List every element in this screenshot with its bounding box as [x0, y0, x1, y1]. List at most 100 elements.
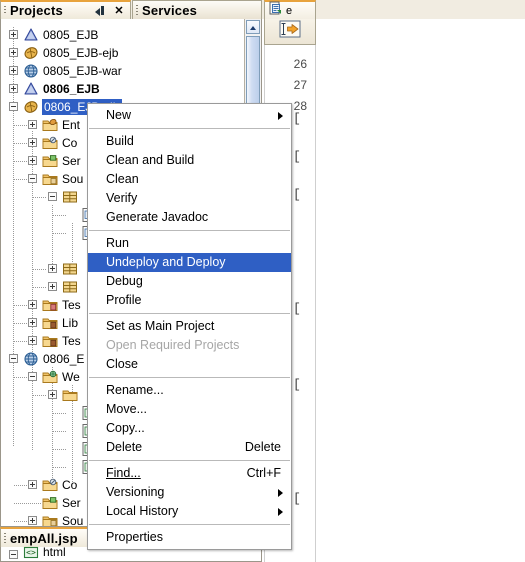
tab-projects[interactable]: Projects ✕ [0, 0, 131, 19]
menu-item-generate-javadoc[interactable]: Generate Javadoc [88, 208, 291, 227]
code-fold-bracket: [ [293, 149, 301, 164]
collapse-toggle-icon[interactable] [9, 102, 18, 111]
editor-tab[interactable]: e [264, 0, 316, 19]
tree-item-0806-ejb[interactable]: 0806_EJB [1, 80, 244, 98]
expand-toggle-icon[interactable] [9, 48, 18, 57]
tree-item-label: Ser [62, 154, 81, 168]
expand-toggle-icon[interactable] [28, 480, 37, 489]
expand-toggle-icon[interactable] [28, 336, 37, 345]
tree-guide [14, 323, 27, 324]
tree-item-label: 0805_EJB [43, 28, 99, 42]
menu-item-label: Close [106, 357, 138, 371]
folder-plain-icon [62, 387, 78, 403]
tree-guide [14, 305, 27, 306]
expand-toggle-icon[interactable] [28, 516, 37, 525]
menu-item-clean[interactable]: Clean [88, 170, 291, 189]
package-icon [62, 279, 78, 295]
expand-toggle-icon[interactable] [28, 138, 37, 147]
project-context-menu[interactable]: New Build Clean and Build Clean Verify G… [87, 103, 292, 550]
expand-toggle-icon[interactable] [48, 264, 57, 273]
tab-projects-label: Projects [10, 3, 63, 18]
menu-item-rename[interactable]: Rename... [88, 381, 291, 400]
submenu-arrow-icon [278, 112, 283, 120]
menu-item-properties[interactable]: Properties [88, 528, 291, 547]
code-fold-bracket: [ [293, 377, 301, 392]
collapse-toggle-icon[interactable] [9, 354, 18, 363]
tree-item-label: Ent [62, 118, 81, 132]
menu-separator [89, 230, 290, 231]
menu-item-label: Debug [106, 274, 143, 288]
expand-toggle-icon[interactable] [28, 318, 37, 327]
tab-grip [4, 533, 6, 543]
menu-item-label: Copy... [106, 421, 145, 435]
project-ejb-icon [23, 45, 39, 61]
folder-server-icon [42, 153, 58, 169]
minimize-icon[interactable] [95, 5, 107, 17]
menu-separator [89, 460, 290, 461]
expand-toggle-icon[interactable] [48, 282, 57, 291]
menu-item-label: Rename... [106, 383, 164, 397]
menu-item-label: Move... [106, 402, 147, 416]
tab-services-label: Services [142, 2, 198, 18]
collapse-toggle-icon[interactable] [9, 550, 18, 559]
menu-separator [89, 524, 290, 525]
folder-config-icon [42, 135, 58, 151]
menu-item-delete[interactable]: Delete Delete [88, 438, 291, 457]
collapse-toggle-icon[interactable] [28, 372, 37, 381]
tree-item-label: Ser [62, 496, 81, 510]
menu-separator [89, 313, 290, 314]
submenu-arrow-icon [278, 508, 283, 516]
menu-item-find[interactable]: Find... Ctrl+F [88, 464, 291, 483]
menu-item-undeploy-and-deploy[interactable]: Undeploy and Deploy [88, 253, 291, 272]
expand-toggle-icon[interactable] [28, 120, 37, 129]
project-web-icon [23, 351, 39, 367]
menu-item-clean-and-build[interactable]: Clean and Build [88, 151, 291, 170]
expand-toggle-icon[interactable] [9, 66, 18, 75]
tree-guide [53, 467, 67, 468]
jsp-file-icon [268, 1, 283, 21]
menu-item-label: Local History [106, 504, 179, 518]
expand-toggle-icon[interactable] [9, 84, 18, 93]
editor-tab-label: e [286, 4, 293, 17]
explorer-tabstrip: Projects ✕ Services [0, 0, 262, 19]
collapse-toggle-icon[interactable] [28, 174, 37, 183]
expand-toggle-icon[interactable] [9, 30, 18, 39]
submenu-arrow-icon [278, 489, 283, 497]
menu-item-set-as-main-project[interactable]: Set as Main Project [88, 317, 291, 336]
expand-toggle-icon[interactable] [48, 390, 57, 399]
package-icon [62, 261, 78, 277]
menu-item-open-required-projects: Open Required Projects [88, 336, 291, 355]
menu-item-run[interactable]: Run [88, 234, 291, 253]
scroll-up-icon[interactable] [246, 20, 260, 34]
menu-item-local-history[interactable]: Local History [88, 502, 291, 521]
tab-grip [4, 6, 6, 15]
menu-item-build[interactable]: Build [88, 132, 291, 151]
collapse-toggle-icon[interactable] [48, 192, 57, 201]
menu-item-move[interactable]: Move... [88, 400, 291, 419]
tree-item-0805-ejb-war[interactable]: 0805_EJB-war [1, 62, 244, 80]
tree-item-0805-ejb-ejb[interactable]: 0805_EJB-ejb [1, 44, 244, 62]
tree-item-label: Tes [62, 334, 81, 348]
tree-guide [14, 485, 27, 486]
tree-guide [14, 377, 27, 378]
tree-guide [14, 179, 27, 180]
menu-item-label: Build [106, 134, 134, 148]
menu-item-profile[interactable]: Profile [88, 291, 291, 310]
menu-item-verify[interactable]: Verify [88, 189, 291, 208]
last-edit-position-icon[interactable] [279, 20, 301, 43]
expand-toggle-icon[interactable] [28, 156, 37, 165]
menu-item-new[interactable]: New [88, 106, 291, 125]
menu-item-label: Versioning [106, 485, 165, 499]
tree-item-label: Tes [62, 298, 81, 312]
tab-services[interactable]: Services [132, 0, 262, 19]
close-icon[interactable]: ✕ [113, 5, 125, 17]
menu-separator [89, 128, 290, 129]
menu-item-versioning[interactable]: Versioning [88, 483, 291, 502]
menu-item-copy[interactable]: Copy... [88, 419, 291, 438]
expand-toggle-icon[interactable] [28, 300, 37, 309]
tree-item-0805-ejb[interactable]: 0805_EJB [1, 26, 244, 44]
editor-tabstrip: e [262, 0, 525, 19]
package-icon [62, 189, 78, 205]
menu-item-debug[interactable]: Debug [88, 272, 291, 291]
menu-item-close[interactable]: Close [88, 355, 291, 374]
